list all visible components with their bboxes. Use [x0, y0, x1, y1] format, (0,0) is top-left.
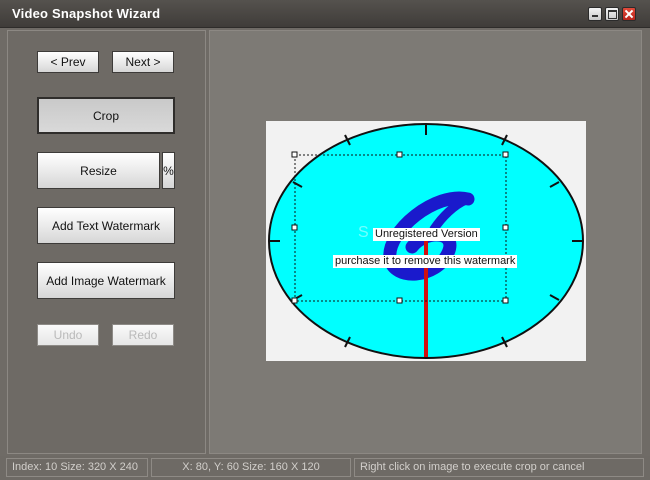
status-selection: X: 80, Y: 60 Size: 160 X 120 [151, 458, 351, 477]
resize-button[interactable]: Resize [37, 152, 160, 189]
status-index-size: Index: 10 Size: 320 X 240 [6, 458, 148, 477]
next-button[interactable]: Next > [112, 51, 174, 73]
add-image-watermark-button[interactable]: Add Image Watermark [37, 262, 175, 299]
add-text-watermark-button[interactable]: Add Text Watermark [37, 207, 175, 244]
watermark-line1: Unregistered Version [373, 228, 480, 241]
svg-text:S: S [358, 224, 369, 241]
crop-button[interactable]: Crop [37, 97, 175, 134]
close-icon[interactable] [622, 7, 636, 21]
status-hint: Right click on image to execute crop or … [354, 458, 644, 477]
status-bar: Index: 10 Size: 320 X 240 X: 80, Y: 60 S… [0, 456, 650, 480]
prev-button[interactable]: < Prev [37, 51, 99, 73]
redo-button[interactable]: Redo [112, 324, 174, 346]
minimize-icon[interactable] [588, 7, 602, 21]
window-title: Video Snapshot Wizard [12, 6, 161, 21]
snapshot-preview[interactable]: S Unregistered Version purchase it to re… [266, 121, 586, 361]
maximize-icon[interactable] [605, 7, 619, 21]
resize-percent-button[interactable]: % [162, 152, 175, 189]
watermark-line2: purchase it to remove this watermark [333, 255, 518, 268]
undo-button[interactable]: Undo [37, 324, 99, 346]
clock-image: S [268, 123, 584, 359]
title-bar: Video Snapshot Wizard [0, 0, 650, 28]
